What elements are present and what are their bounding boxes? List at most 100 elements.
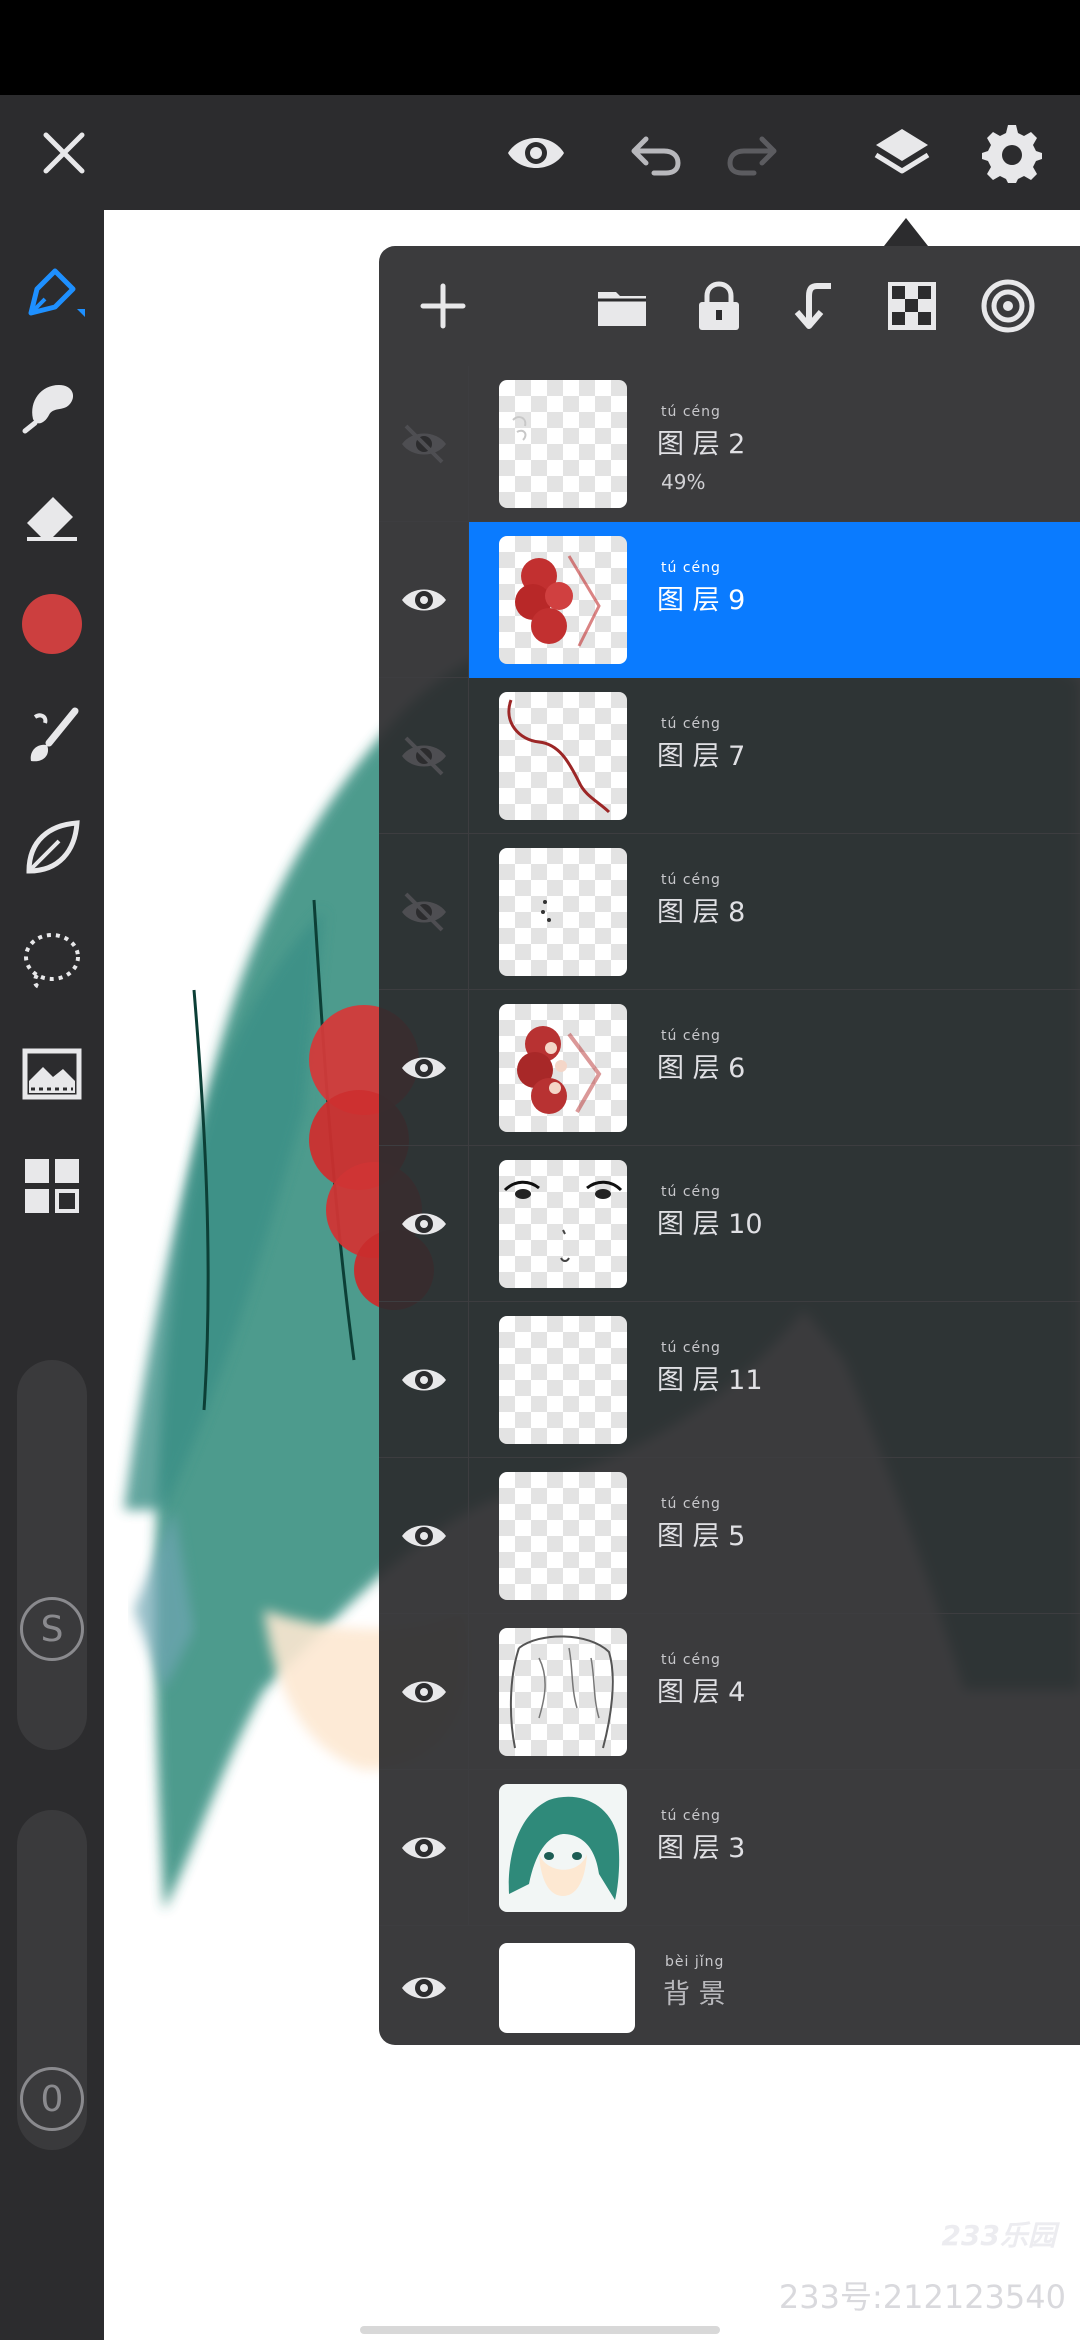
visibility-toggle[interactable] <box>379 678 469 834</box>
visibility-toggle[interactable] <box>379 1146 469 1302</box>
folder-icon[interactable] <box>586 270 658 342</box>
layer-thumbnail <box>499 1628 627 1756</box>
visibility-toggle[interactable] <box>379 1614 469 1770</box>
watermark-text: 233号:212123540 <box>778 2278 1066 2316</box>
layer-name-pinyin: tú céng <box>661 1496 721 1512</box>
visibility-toggle[interactable] <box>379 1458 469 1614</box>
layer-row[interactable]: tú céng 图 层 10 <box>379 1146 1080 1302</box>
layer-list: tú céng 图 层 2 49% tú céng 图 层 9 tú céng … <box>379 366 1080 2045</box>
layer-name: 图 层 7 <box>657 741 746 772</box>
visibility-toggle[interactable] <box>379 990 469 1146</box>
brush-icon[interactable] <box>12 696 92 776</box>
layer-toolbar <box>379 246 1080 366</box>
top-toolbar <box>0 95 1080 210</box>
blend-icon[interactable] <box>972 270 1044 342</box>
layer-main[interactable]: tú céng 图 层 3 <box>469 1770 1080 1926</box>
background-name: 背 景 <box>663 1979 726 2010</box>
layer-name-pinyin: tú céng <box>661 560 721 576</box>
layer-name: 图 层 2 <box>657 429 746 460</box>
visibility-toggle[interactable] <box>379 366 469 522</box>
layer-name: 图 层 8 <box>657 897 746 928</box>
layer-row[interactable]: tú céng 图 层 5 <box>379 1458 1080 1614</box>
visibility-toggle[interactable] <box>379 1770 469 1926</box>
layer-thumbnail <box>499 692 627 820</box>
panel-pointer <box>884 218 928 246</box>
layer-main[interactable]: tú céng 图 层 4 <box>469 1614 1080 1770</box>
gear-icon[interactable] <box>972 115 1052 191</box>
layer-row[interactable]: tú céng 图 层 9 <box>379 522 1080 678</box>
eye-icon <box>401 1057 446 1079</box>
smudge-icon[interactable] <box>12 364 92 444</box>
eye-hidden-icon <box>401 736 446 776</box>
layer-main[interactable]: tú céng 图 层 5 <box>469 1458 1080 1614</box>
layer-name: 图 层 3 <box>657 1833 746 1864</box>
layer-row[interactable]: tú céng 图 层 8 <box>379 834 1080 990</box>
home-indicator <box>360 2326 720 2334</box>
eye-hidden-icon <box>401 892 446 932</box>
layer-name: 图 层 5 <box>657 1521 746 1552</box>
layer-thumbnail <box>499 536 627 664</box>
layer-name: 图 层 6 <box>657 1053 746 1084</box>
layer-thumbnail <box>499 1472 627 1600</box>
grid-icon[interactable] <box>12 1146 92 1226</box>
background-layer-row[interactable]: bèi jǐng 背 景 <box>379 1926 1080 2045</box>
visibility-toggle[interactable] <box>379 1926 469 2045</box>
lock-icon[interactable] <box>683 270 755 342</box>
layer-thumbnail <box>499 380 627 508</box>
layer-name: 图 层 4 <box>657 1677 746 1708</box>
eye-icon <box>401 1213 446 1235</box>
layer-main[interactable]: tú céng 图 层 8 <box>469 834 1080 990</box>
layer-name-pinyin: tú céng <box>661 1340 721 1356</box>
layer-main[interactable]: tú céng 图 层 9 <box>469 522 1080 678</box>
eye-icon[interactable] <box>496 115 576 191</box>
eye-icon <box>401 1837 446 1859</box>
layer-panel: tú céng 图 层 2 49% tú céng 图 层 9 tú céng … <box>379 246 1080 2045</box>
status-bar <box>0 0 1080 95</box>
eye-icon <box>401 1369 446 1391</box>
layer-name: 图 层 11 <box>657 1365 763 1396</box>
background-thumbnail <box>499 1943 635 2033</box>
layer-main[interactable]: tú céng 图 层 10 <box>469 1146 1080 1302</box>
background-name-pinyin: bèi jǐng <box>665 1954 725 1970</box>
layer-name: 图 层 10 <box>657 1209 763 1240</box>
layer-name-pinyin: tú céng <box>661 1652 721 1668</box>
plus-icon[interactable] <box>407 270 479 342</box>
eye-icon <box>401 1681 446 1703</box>
layer-main[interactable]: tú céng 图 层 2 49% <box>469 366 1080 522</box>
layer-row[interactable]: tú céng 图 层 6 <box>379 990 1080 1146</box>
visibility-toggle[interactable] <box>379 1302 469 1458</box>
tool-sidebar: S 0 <box>0 210 104 2340</box>
pen-icon[interactable] <box>12 252 92 332</box>
layer-name-pinyin: tú céng <box>661 872 721 888</box>
layer-name-pinyin: tú céng <box>661 716 721 732</box>
eye-hidden-icon <box>401 424 446 464</box>
undo-icon[interactable] <box>616 115 696 191</box>
color-swatch[interactable] <box>12 584 92 664</box>
eraser-icon[interactable] <box>12 474 92 554</box>
layer-thumbnail <box>499 1784 627 1912</box>
layers-icon[interactable] <box>862 115 942 191</box>
layer-row[interactable]: tú céng 图 层 7 <box>379 678 1080 834</box>
layer-opacity: 49% <box>661 470 706 494</box>
layer-name-pinyin: tú céng <box>661 404 721 420</box>
image-icon[interactable] <box>12 1034 92 1114</box>
leaf-icon[interactable] <box>12 808 92 888</box>
layer-row[interactable]: tú céng 图 层 4 <box>379 1614 1080 1770</box>
layer-thumbnail <box>499 1160 627 1288</box>
visibility-toggle[interactable] <box>379 834 469 990</box>
merge-down-icon[interactable] <box>779 270 851 342</box>
layer-main[interactable]: tú céng 图 层 6 <box>469 990 1080 1146</box>
redo-icon[interactable] <box>712 115 792 191</box>
lasso-icon[interactable] <box>12 920 92 1000</box>
layer-row[interactable]: tú céng 图 层 11 <box>379 1302 1080 1458</box>
layer-row[interactable]: tú céng 图 层 3 <box>379 1770 1080 1926</box>
layer-main[interactable]: tú céng 图 层 7 <box>469 678 1080 834</box>
opacity-knob[interactable]: 0 <box>20 2067 84 2131</box>
checkerboard-icon[interactable] <box>876 270 948 342</box>
close-icon[interactable] <box>24 115 104 191</box>
layer-main[interactable]: tú céng 图 层 11 <box>469 1302 1080 1458</box>
layer-row[interactable]: tú céng 图 层 2 49% <box>379 366 1080 522</box>
visibility-toggle[interactable] <box>379 522 469 678</box>
size-knob[interactable]: S <box>20 1597 84 1661</box>
brush-size-slider[interactable] <box>17 1360 87 1750</box>
